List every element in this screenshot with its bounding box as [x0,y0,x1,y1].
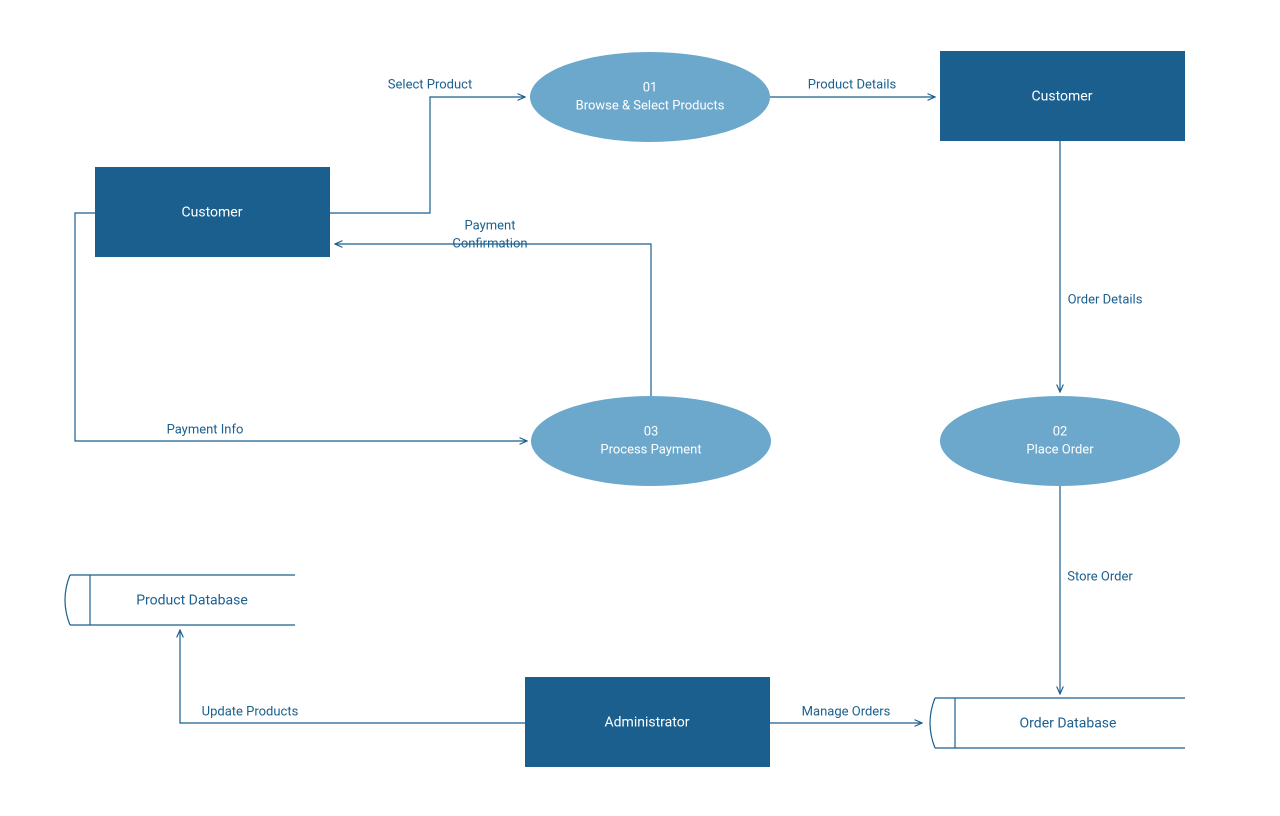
process-browse-select: 01 Browse & Select Products [530,52,770,142]
flow-product-details: Product Details [770,77,935,97]
datastore-order-db: Order Database [930,698,1185,748]
entity-administrator: Administrator [525,677,770,767]
flow-select-product: Select Product [330,77,525,213]
datastore-product-db: Product Database [65,575,295,625]
flow-store-order: Store Order [1060,486,1133,694]
process-03-name: Process Payment [600,442,701,457]
entity-administrator-label: Administrator [605,715,690,731]
entity-customer-right: Customer [940,51,1185,141]
flow-select-product-label: Select Product [388,77,472,92]
flow-payment-confirmation-label-2: Confirmation [452,236,527,251]
flow-product-details-label: Product Details [808,77,897,92]
process-place-order: 02 Place Order [940,396,1180,486]
flow-update-products-label: Update Products [202,704,299,719]
datastore-product-db-label: Product Database [136,593,248,609]
process-01-name: Browse & Select Products [576,98,725,113]
process-process-payment: 03 Process Payment [531,396,771,486]
entity-customer-left: Customer [95,167,330,257]
dfd-diagram: Customer Customer Administrator 01 Brows… [0,0,1280,816]
flow-manage-orders: Manage Orders [770,704,922,723]
process-01-num: 01 [643,80,658,95]
flow-order-details-label: Order Details [1068,292,1143,307]
flow-update-products: Update Products [180,630,525,723]
flow-payment-confirmation: Payment Confirmation [335,218,651,396]
datastore-order-db-label: Order Database [1020,716,1117,732]
flow-store-order-label: Store Order [1067,569,1133,584]
entity-customer-left-label: Customer [182,205,243,221]
flow-order-details: Order Details [1060,141,1143,392]
flow-payment-info-label: Payment Info [167,422,244,437]
process-02-num: 02 [1053,424,1068,439]
entity-customer-right-label: Customer [1032,89,1093,105]
process-02-name: Place Order [1026,442,1094,457]
flow-manage-orders-label: Manage Orders [802,704,891,719]
flow-payment-confirmation-label-1: Payment [465,218,516,233]
process-03-num: 03 [644,424,659,439]
